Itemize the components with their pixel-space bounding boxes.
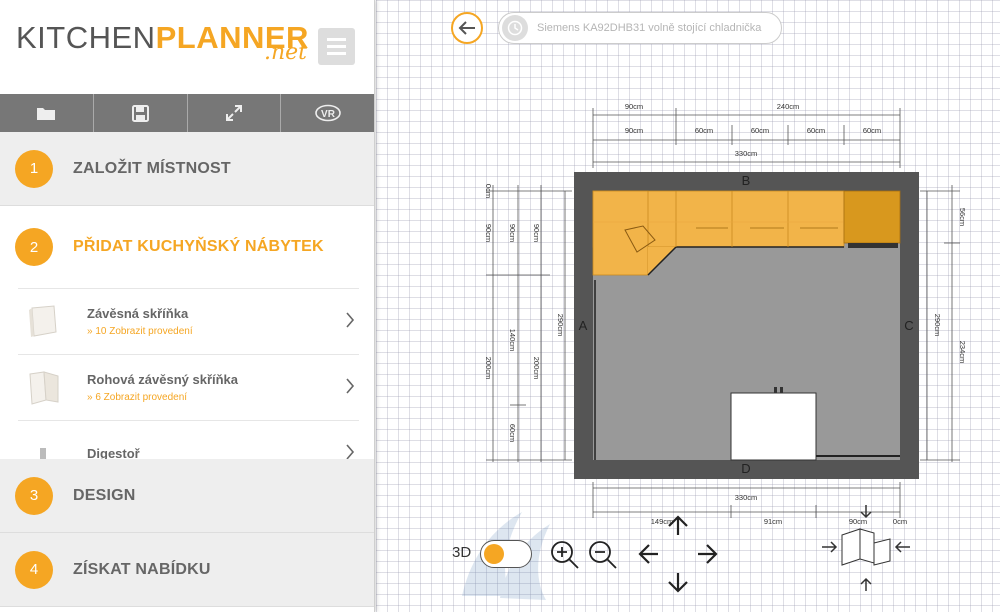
- item-title: Digestoř: [87, 446, 140, 460]
- dim-label: 60cm: [508, 424, 517, 442]
- dim-label: 0cm: [484, 184, 493, 198]
- dim-label: 290cm: [556, 314, 565, 337]
- item-title: Závěsná skříňka: [87, 306, 189, 321]
- folder-icon: [37, 108, 56, 120]
- dim-label: 200cm: [532, 357, 541, 380]
- zoom-in-icon: [551, 541, 579, 569]
- clock-icon: [502, 15, 528, 41]
- arrow-down-icon: [860, 505, 872, 519]
- vr-icon: VR: [314, 104, 341, 122]
- zoom-out-button[interactable]: [587, 539, 619, 576]
- furniture-list: Závěsná skříňka » 10 Zobrazit provedení …: [0, 288, 374, 460]
- step-number: 3: [15, 476, 53, 515]
- arrow-up-icon: [668, 515, 688, 535]
- wall-label-c: C: [904, 318, 913, 333]
- step-4-get-quote[interactable]: 4 ZÍSKAT NABÍDKU: [0, 533, 374, 607]
- dim-label: 330cm: [735, 149, 758, 158]
- dimensions-top: [592, 108, 901, 168]
- isometric-room-icon: [841, 528, 891, 566]
- save-button[interactable]: [94, 94, 188, 132]
- furniture-item-range-hood[interactable]: Digestoř: [18, 420, 359, 460]
- chevron-right-icon: [346, 378, 355, 394]
- save-icon: [131, 104, 149, 122]
- wall-label-d: D: [741, 461, 750, 476]
- island: [730, 392, 817, 461]
- selected-product-name: Siemens KA92DHB31 volně stojící chladnič…: [537, 22, 762, 34]
- dim-label: 234cm: [958, 341, 967, 364]
- toggle-3d-label: 3D: [452, 544, 472, 561]
- step-2-add-furniture[interactable]: 2 PŘIDAT KUCHYŇSKÝ NÁBYTEK: [0, 206, 374, 288]
- selected-product-field[interactable]: Siemens KA92DHB31 volně stojící chladnič…: [498, 12, 782, 44]
- open-button[interactable]: [0, 94, 94, 132]
- pan-control[interactable]: [636, 513, 720, 600]
- step-label: ZÍSKAT NABÍDKU: [73, 560, 211, 578]
- wall-cabinet-thumbnail: [18, 302, 68, 342]
- dim-label: 91cm: [764, 517, 782, 526]
- item-title: Rohová závěsný skříňka: [87, 372, 239, 387]
- arrow-right-icon: [698, 544, 718, 564]
- furniture-item-wall-cabinet[interactable]: Závěsná skříňka » 10 Zobrazit provedení: [18, 288, 359, 354]
- fridge: [843, 190, 901, 244]
- dim-label: 330cm: [735, 493, 758, 502]
- dim-label: 90cm: [532, 224, 541, 242]
- corner-cabinet-thumbnail: [18, 368, 68, 408]
- dim-label: 140cm: [508, 329, 517, 352]
- svg-text:VR: VR: [321, 109, 336, 120]
- arrow-left-icon: [638, 544, 658, 564]
- item-variants-link[interactable]: » 6 Zobrazit provedení: [87, 392, 238, 403]
- step-1-create-room[interactable]: 1 ZALOŽIT MÍSTNOST: [0, 132, 374, 206]
- toolbar: VR: [0, 94, 374, 132]
- wall-label-a: A: [579, 318, 588, 333]
- arrow-up-icon: [860, 577, 872, 591]
- step-label: PŘIDAT KUCHYŇSKÝ NÁBYTEK: [73, 238, 324, 255]
- back-button[interactable]: [451, 12, 483, 44]
- logo-suffix: .net: [264, 40, 308, 65]
- item-variants-link[interactable]: » 10 Zobrazit provedení: [87, 326, 193, 337]
- chevron-right-icon: [346, 312, 355, 328]
- fridge-base: [848, 243, 898, 248]
- dim-label: 60cm: [695, 126, 713, 135]
- range-hood-thumbnail: [18, 434, 68, 460]
- arrow-right-icon: [822, 541, 838, 553]
- step-number: 2: [15, 228, 53, 266]
- logo-area: KITCHENPLANNER .net: [0, 0, 374, 94]
- dim-label: 90cm: [484, 224, 493, 242]
- fullscreen-button[interactable]: [188, 94, 282, 132]
- dim-label: 60cm: [807, 126, 825, 135]
- dim-label: 90cm: [625, 126, 643, 135]
- dim-label: 60cm: [863, 126, 881, 135]
- dim-label: 90cm: [508, 224, 517, 242]
- sidebar: KITCHENPLANNER .net VR 1 ZALOŽIT MÍSTNOS…: [0, 0, 375, 612]
- step-number: 4: [15, 550, 53, 589]
- step-3-design[interactable]: 3 DESIGN: [0, 459, 374, 533]
- vr-button[interactable]: VR: [281, 94, 374, 132]
- dim-label: 240cm: [777, 102, 800, 111]
- furniture-item-corner-wall-cabinet[interactable]: Rohová závěsný skříňka » 6 Zobrazit prov…: [18, 354, 359, 420]
- hamburger-menu-button[interactable]: [318, 28, 355, 65]
- step-label: DESIGN: [73, 486, 136, 504]
- zoom-out-icon: [589, 541, 617, 569]
- toggle-3d-switch[interactable]: [480, 540, 532, 568]
- step-label: ZALOŽIT MÍSTNOST: [73, 159, 231, 177]
- arrow-down-icon: [668, 573, 688, 593]
- arrow-left-icon: [458, 21, 475, 35]
- dim-label: 90cm: [625, 102, 643, 111]
- dim-label: 200cm: [484, 357, 493, 380]
- view-2d-control[interactable]: [820, 503, 912, 600]
- zoom-in-button[interactable]: [549, 539, 581, 576]
- chevron-right-icon: [346, 444, 355, 460]
- wall-label-b: B: [742, 173, 751, 188]
- dim-label: 290cm: [933, 314, 942, 337]
- dim-label: 56cm: [958, 208, 967, 226]
- step-number: 1: [15, 149, 53, 188]
- dim-label: 60cm: [751, 126, 769, 135]
- arrow-left-icon: [894, 541, 910, 553]
- fullscreen-icon: [225, 105, 242, 121]
